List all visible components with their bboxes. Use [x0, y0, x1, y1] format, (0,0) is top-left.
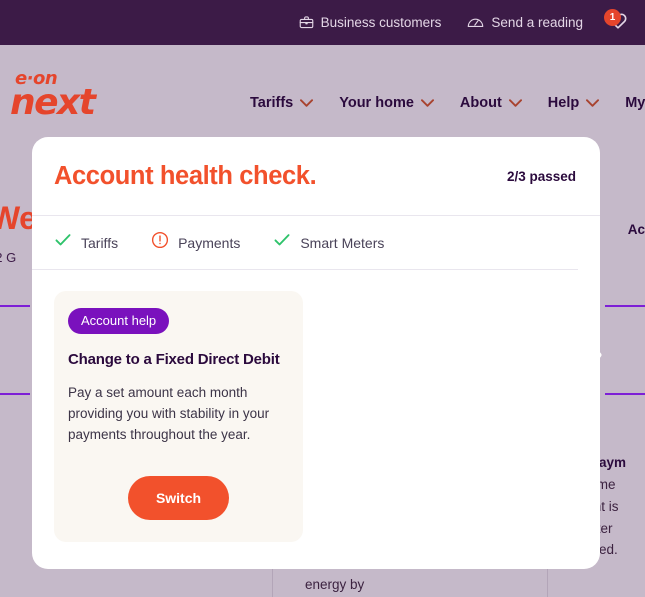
nav-item-about[interactable]: About — [460, 95, 522, 111]
main-nav: e·on next Tariffs Your home About Help M… — [0, 45, 645, 138]
nav-item-help[interactable]: Help — [547, 95, 600, 111]
nav-item-label: My — [625, 95, 645, 111]
chevron-down-icon — [300, 95, 314, 111]
status-item-payments[interactable]: Payments — [151, 231, 240, 254]
account-section-label: Ac — [627, 222, 645, 237]
check-icon — [273, 231, 291, 254]
modal-body: Account help Change to a Fixed Direct De… — [32, 270, 600, 563]
brand-logo[interactable]: e·on next — [10, 70, 110, 123]
account-help-card: Account help Change to a Fixed Direct De… — [54, 291, 303, 542]
status-item-tariffs[interactable]: Tariffs — [54, 231, 118, 254]
nav-item-label: Your home — [339, 95, 414, 111]
warning-icon — [151, 231, 169, 254]
status-item-label: Payments — [178, 234, 241, 251]
nav-item-your-home[interactable]: Your home — [339, 95, 434, 111]
column-divider — [547, 565, 548, 597]
nav-item-tariffs[interactable]: Tariffs — [250, 95, 314, 111]
utility-link-label: Send a reading — [491, 14, 583, 30]
saved-items-button[interactable]: 1 — [603, 8, 633, 38]
account-meta-line: 92 G — [0, 250, 17, 265]
energy-by-text: energy by — [305, 577, 365, 592]
nav-item-my-account[interactable]: My — [625, 95, 645, 111]
chevron-down-icon — [586, 95, 600, 111]
column-divider — [272, 565, 273, 597]
account-health-check-modal: Account health check. 2/3 passed Tariffs… — [32, 137, 600, 569]
gauge-icon — [467, 15, 484, 30]
briefcase-icon — [299, 15, 314, 30]
check-icon — [54, 231, 72, 254]
help-card-title: Change to a Fixed Direct Debit — [68, 351, 280, 368]
saved-items-badge: 1 — [604, 8, 621, 26]
utility-link-business-customers[interactable]: Business customers — [299, 14, 442, 30]
dashboard-card-left: Ⅾ — [0, 305, 30, 395]
nav-item-label: Tariffs — [250, 95, 294, 111]
status-item-label: Tariffs — [81, 234, 119, 251]
nav-items: Tariffs Your home About Help My — [250, 95, 645, 111]
utility-link-label: Business customers — [320, 14, 442, 30]
dashboard-card-right — [605, 305, 645, 395]
modal-score-badge: 2/3 passed — [506, 168, 576, 184]
help-card-body: Pay a set amount each month providing yo… — [68, 385, 270, 442]
chevron-down-icon — [420, 95, 434, 111]
nav-item-label: Help — [547, 95, 580, 111]
modal-header: Account health check. 2/3 passed — [32, 137, 600, 216]
brand-logo-next: next — [10, 82, 96, 123]
utility-bar: Business customers Send a reading 1 — [0, 0, 645, 45]
modal-title: Account health check. — [54, 161, 317, 190]
status-item-label: Smart Meters — [300, 234, 385, 251]
utility-link-send-a-reading[interactable]: Send a reading — [467, 15, 583, 30]
chevron-down-icon — [508, 95, 522, 111]
status-item-smart-meters[interactable]: Smart Meters — [273, 231, 384, 254]
switch-button[interactable]: Switch — [127, 475, 230, 520]
status-row: Tariffs Payments Smart Meters — [32, 216, 578, 270]
status-badge: Account help — [68, 308, 170, 334]
help-card-actions: Switch — [68, 475, 289, 520]
dashboard-bottom-strip: energy by — [0, 565, 645, 597]
welcome-heading: We — [0, 200, 37, 236]
nav-item-label: About — [459, 95, 502, 111]
